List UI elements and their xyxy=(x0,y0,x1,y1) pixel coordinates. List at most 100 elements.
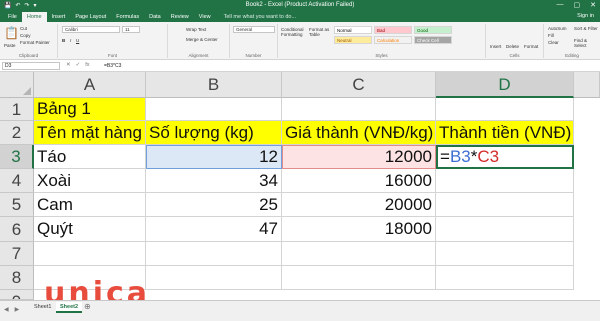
ribbon: 📋 Paste Cut Copy Format Painter Clipboar… xyxy=(0,22,600,60)
row-header-7[interactable]: 7 xyxy=(0,242,34,266)
cell-c4[interactable]: 16000 xyxy=(282,169,436,193)
cut-button[interactable]: Cut xyxy=(20,26,27,31)
close-icon[interactable]: ✕ xyxy=(590,1,596,9)
column-header-d[interactable]: D xyxy=(436,72,574,98)
cell-a7[interactable] xyxy=(34,242,146,266)
merge-center-button[interactable]: Merge & Center xyxy=(186,37,218,42)
cell-d1[interactable] xyxy=(436,98,574,121)
font-size-select[interactable]: 11 xyxy=(122,26,140,33)
cell-c8[interactable] xyxy=(282,266,436,290)
insert-cells-button[interactable]: Insert xyxy=(490,44,501,49)
cell-b8[interactable] xyxy=(146,266,282,290)
column-header-b[interactable]: B xyxy=(146,72,282,98)
cell-a4[interactable]: Xoài xyxy=(34,169,146,193)
cell-c3[interactable]: 12000 xyxy=(282,145,436,169)
cell-a6[interactable]: Quýt xyxy=(34,217,146,242)
column-header-e[interactable] xyxy=(574,72,600,98)
style-normal[interactable]: Normal xyxy=(334,26,372,34)
conditional-formatting-button[interactable]: Conditional Formatting xyxy=(281,27,307,37)
sort-filter-button[interactable]: Sort & Filter xyxy=(574,26,598,31)
wrap-text-button[interactable]: Wrap Text xyxy=(186,27,206,32)
cell-b6[interactable]: 47 xyxy=(146,217,282,242)
cell-b7[interactable] xyxy=(146,242,282,266)
cell-d7[interactable] xyxy=(436,242,574,266)
row-header-9[interactable]: 9 xyxy=(0,290,34,300)
prev-sheet-icon[interactable]: ◀ xyxy=(4,306,9,313)
cell-c1[interactable] xyxy=(282,98,436,121)
row-header-6[interactable]: 6 xyxy=(0,217,34,242)
bold-icon[interactable]: B xyxy=(62,38,65,43)
style-neutral[interactable]: Neutral xyxy=(334,36,372,44)
sign-in-link[interactable]: Sign in xyxy=(577,13,594,19)
row-header-5[interactable]: 5 xyxy=(0,193,34,217)
copy-button[interactable]: Copy xyxy=(20,33,31,38)
maximize-icon[interactable]: ▢ xyxy=(574,1,581,9)
style-bad[interactable]: Bad xyxy=(374,26,412,34)
cell-c2[interactable]: Giá thành (VNĐ/kg) xyxy=(282,121,436,145)
sheet-tab-sheet1[interactable]: Sheet1 xyxy=(30,302,55,313)
row-header-8[interactable]: 8 xyxy=(0,266,34,290)
number-format-select[interactable]: General xyxy=(233,26,275,33)
cell-a5[interactable]: Cam xyxy=(34,193,146,217)
cell-d3-editing[interactable]: =B3*C3 xyxy=(436,145,574,169)
column-header-a[interactable]: A xyxy=(34,72,146,98)
format-painter-button[interactable]: Format Painter xyxy=(20,40,50,45)
cell-a1[interactable]: Bảng 1 xyxy=(34,98,146,121)
find-select-button[interactable]: Find & Select xyxy=(574,38,598,48)
row-header-3[interactable]: 3 xyxy=(0,145,34,169)
paste-icon[interactable]: 📋 xyxy=(4,26,19,40)
row-header-1[interactable]: 1 xyxy=(0,98,34,121)
cell-a3[interactable]: Táo xyxy=(34,145,146,169)
cell-c5[interactable]: 20000 xyxy=(282,193,436,217)
minimize-icon[interactable]: — xyxy=(557,1,564,9)
style-calculation[interactable]: Calculation xyxy=(374,36,412,44)
number-label: Number xyxy=(245,53,262,58)
cell-d8[interactable] xyxy=(436,266,574,290)
font-name-select[interactable]: Calibri xyxy=(62,26,120,33)
cell-b3[interactable]: 12 xyxy=(146,145,282,169)
tell-me-box[interactable]: Tell me what you want to do... xyxy=(224,14,296,22)
paste-button[interactable]: Paste xyxy=(4,43,16,48)
style-check-cell[interactable]: Check Cell xyxy=(414,36,452,44)
formula-input[interactable]: =B3*C3 xyxy=(104,63,121,69)
format-cells-button[interactable]: Format xyxy=(524,44,538,49)
tab-insert[interactable]: Insert xyxy=(47,12,71,22)
tab-file[interactable]: File xyxy=(3,12,22,22)
name-box[interactable]: D3 xyxy=(2,62,60,70)
cell-b1[interactable] xyxy=(146,98,282,121)
cell-b5[interactable]: 25 xyxy=(146,193,282,217)
underline-icon[interactable]: U xyxy=(76,38,79,43)
column-header-c[interactable]: C xyxy=(282,72,436,98)
format-as-table-button[interactable]: Format as Table xyxy=(309,27,333,37)
cell-c6[interactable]: 18000 xyxy=(282,217,436,242)
cell-a2[interactable]: Tên mặt hàng xyxy=(34,121,146,145)
clear-button[interactable]: Clear xyxy=(548,40,559,45)
insert-function-icon[interactable]: fx xyxy=(85,62,89,68)
cell-b4[interactable]: 34 xyxy=(146,169,282,193)
row-header-4[interactable]: 4 xyxy=(0,169,34,193)
enter-icon[interactable]: ✓ xyxy=(76,62,81,68)
style-good[interactable]: Good xyxy=(414,26,452,34)
cell-d4[interactable] xyxy=(436,169,574,193)
delete-cells-button[interactable]: Delete xyxy=(506,44,519,49)
tab-view[interactable]: View xyxy=(194,12,216,22)
cancel-icon[interactable]: ✕ xyxy=(66,62,71,68)
cell-d2[interactable]: Thành tiền (VNĐ) xyxy=(436,121,574,145)
tab-review[interactable]: Review xyxy=(166,12,194,22)
cell-d6[interactable] xyxy=(436,217,574,242)
italic-icon[interactable]: I xyxy=(70,38,71,43)
fill-button[interactable]: Fill xyxy=(548,33,554,38)
sheet-tab-sheet2[interactable]: Sheet2 xyxy=(56,302,83,313)
select-all-button[interactable] xyxy=(0,72,34,98)
tab-formulas[interactable]: Formulas xyxy=(111,12,144,22)
cell-c7[interactable] xyxy=(282,242,436,266)
row-header-2[interactable]: 2 xyxy=(0,121,34,145)
next-sheet-icon[interactable]: ▶ xyxy=(15,306,20,313)
autosum-button[interactable]: AutoSum xyxy=(548,26,567,31)
tab-page-layout[interactable]: Page Layout xyxy=(70,12,111,22)
add-sheet-icon[interactable]: ⊕ xyxy=(84,302,91,311)
tab-data[interactable]: Data xyxy=(144,12,166,22)
tab-home[interactable]: Home xyxy=(21,12,47,22)
cell-b2[interactable]: Số lượng (kg) xyxy=(146,121,282,145)
cell-d5[interactable] xyxy=(436,193,574,217)
